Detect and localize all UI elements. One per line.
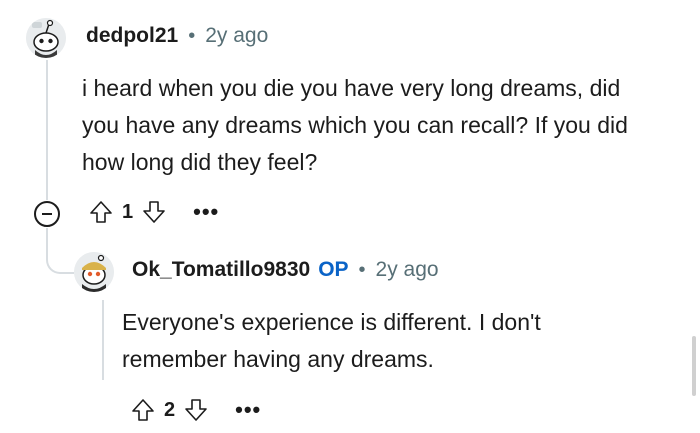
comment-actions: 2 ••• [130, 397, 261, 423]
comment-actions: 1 ••• [88, 199, 219, 225]
avatar[interactable] [26, 18, 66, 58]
snoo-avatar-icon [26, 18, 66, 58]
downvote-arrow-icon[interactable] [183, 397, 209, 423]
thread-line-parent[interactable] [46, 60, 48, 200]
avatar[interactable] [74, 252, 114, 292]
separator-dot: • [188, 25, 196, 47]
comment-body: Everyone's experience is different. I do… [122, 309, 541, 372]
op-badge: OP [318, 258, 349, 281]
username[interactable]: Ok_Tomatillo9830 [132, 258, 310, 282]
downvote-arrow-icon[interactable] [141, 199, 167, 225]
thread-line-reply[interactable] [102, 300, 104, 380]
vote-score: 1 [122, 200, 134, 223]
snoo-avatar-icon [74, 252, 114, 292]
timestamp[interactable]: 2y ago [376, 258, 439, 282]
more-options-icon[interactable]: ••• [193, 201, 219, 223]
comment-body: i heard when you die you have very long … [82, 75, 628, 175]
thread-branch-connector [46, 228, 74, 274]
comment-meta: dedpol21 • 2y ago [86, 24, 268, 48]
username[interactable]: dedpol21 [86, 24, 178, 48]
more-options-icon[interactable]: ••• [235, 399, 261, 421]
separator-dot: • [358, 259, 366, 281]
scrollbar[interactable] [692, 336, 696, 396]
upvote-arrow-icon[interactable] [88, 199, 114, 225]
upvote-arrow-icon[interactable] [130, 397, 156, 423]
comment-meta: Ok_Tomatillo9830 OP • 2y ago [132, 258, 439, 282]
timestamp[interactable]: 2y ago [205, 24, 268, 48]
collapse-thread-icon[interactable] [34, 201, 60, 227]
vote-score: 2 [164, 398, 176, 421]
